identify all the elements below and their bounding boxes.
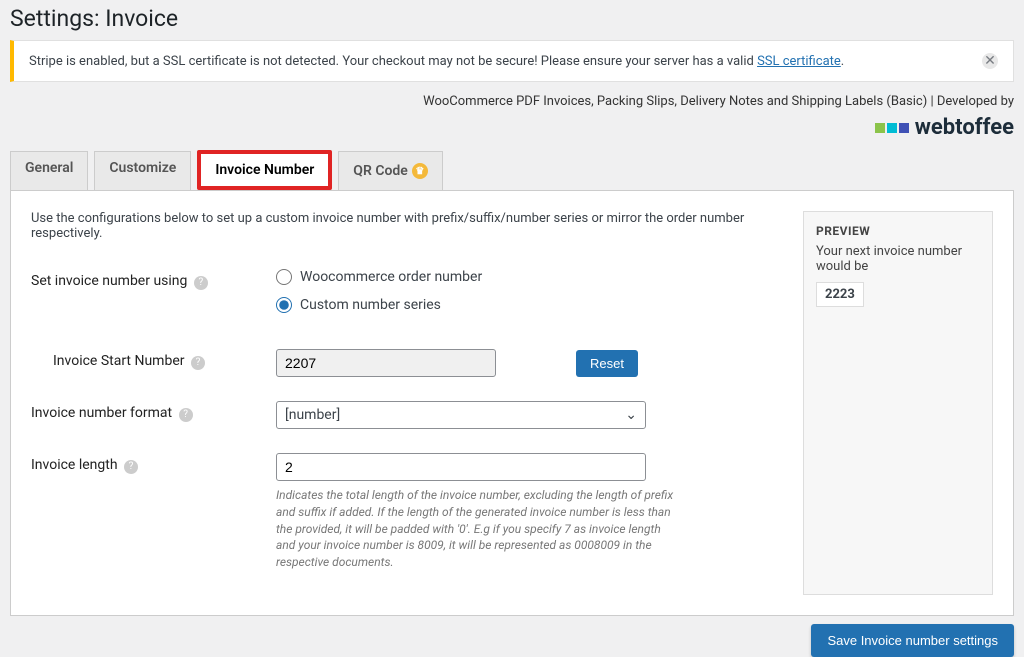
help-icon[interactable]: ? xyxy=(124,460,138,474)
preview-box: PREVIEW Your next invoice number would b… xyxy=(803,211,993,595)
tab-invoice-number[interactable]: Invoice Number xyxy=(197,150,332,190)
ssl-notice: Stripe is enabled, but a SSL certificate… xyxy=(10,40,1014,82)
row-length: Invoice length ? Indicates the total len… xyxy=(31,453,783,571)
radio-custom-input[interactable] xyxy=(276,297,292,313)
page-title: Settings: Invoice xyxy=(0,0,1024,40)
settings-panel: Use the configurations below to set up a… xyxy=(10,190,1014,616)
invoice-start-input[interactable] xyxy=(276,349,496,377)
invoice-length-input[interactable] xyxy=(276,453,646,481)
row-start-number: Invoice Start Number ? Reset xyxy=(31,349,783,377)
intro-text: Use the configurations below to set up a… xyxy=(31,211,783,241)
preview-desc: Your next invoice number would be xyxy=(816,244,980,274)
format-dropdown[interactable]: [number] ⌄ xyxy=(276,401,646,429)
tab-customize[interactable]: Customize xyxy=(94,151,191,191)
help-icon[interactable]: ? xyxy=(179,408,193,422)
label-set-using: Set invoice number using xyxy=(31,273,187,289)
tab-general[interactable]: General xyxy=(10,151,88,191)
help-icon[interactable]: ? xyxy=(191,356,205,370)
tab-qr-code-label: QR Code xyxy=(353,163,408,179)
tabs: General Customize Invoice Number QR Code… xyxy=(0,150,1024,190)
help-icon[interactable]: ? xyxy=(194,276,208,290)
radio-woo-label: Woocommerce order number xyxy=(300,269,482,285)
logo-icon xyxy=(875,123,909,133)
label-length: Invoice length xyxy=(31,457,118,473)
save-button[interactable]: Save Invoice number settings xyxy=(811,624,1014,657)
notice-text-before: Stripe is enabled, but a SSL certificate… xyxy=(29,54,757,69)
preview-number: 2223 xyxy=(816,282,864,307)
row-format: Invoice number format ? [number] ⌄ xyxy=(31,401,783,429)
notice-text: Stripe is enabled, but a SSL certificate… xyxy=(29,54,844,69)
row-set-using: Set invoice number using ? Woocommerce o… xyxy=(31,269,783,325)
reset-button[interactable]: Reset xyxy=(576,350,638,377)
label-format: Invoice number format xyxy=(31,405,172,421)
brand-name: webtoffee xyxy=(915,115,1014,140)
preview-title: PREVIEW xyxy=(816,224,980,238)
label-start-number: Invoice Start Number xyxy=(53,353,185,369)
ssl-link[interactable]: SSL certificate xyxy=(757,54,841,69)
radio-woo-order[interactable]: Woocommerce order number xyxy=(276,269,783,285)
radio-custom-series[interactable]: Custom number series xyxy=(276,297,783,313)
tab-qr-code[interactable]: QR Code ♛ xyxy=(338,151,443,191)
close-icon[interactable]: ✕ xyxy=(982,53,998,69)
format-value: [number] xyxy=(285,407,340,423)
notice-text-after: . xyxy=(841,54,844,69)
crown-icon: ♛ xyxy=(412,163,428,179)
brand-logo: webtoffee xyxy=(875,115,1014,140)
plugin-meta: WooCommerce PDF Invoices, Packing Slips,… xyxy=(0,94,1024,113)
radio-custom-label: Custom number series xyxy=(300,297,441,313)
radio-woo-input[interactable] xyxy=(276,269,292,285)
length-help-text: Indicates the total length of the invoic… xyxy=(276,487,676,571)
chevron-down-icon: ⌄ xyxy=(625,407,637,423)
